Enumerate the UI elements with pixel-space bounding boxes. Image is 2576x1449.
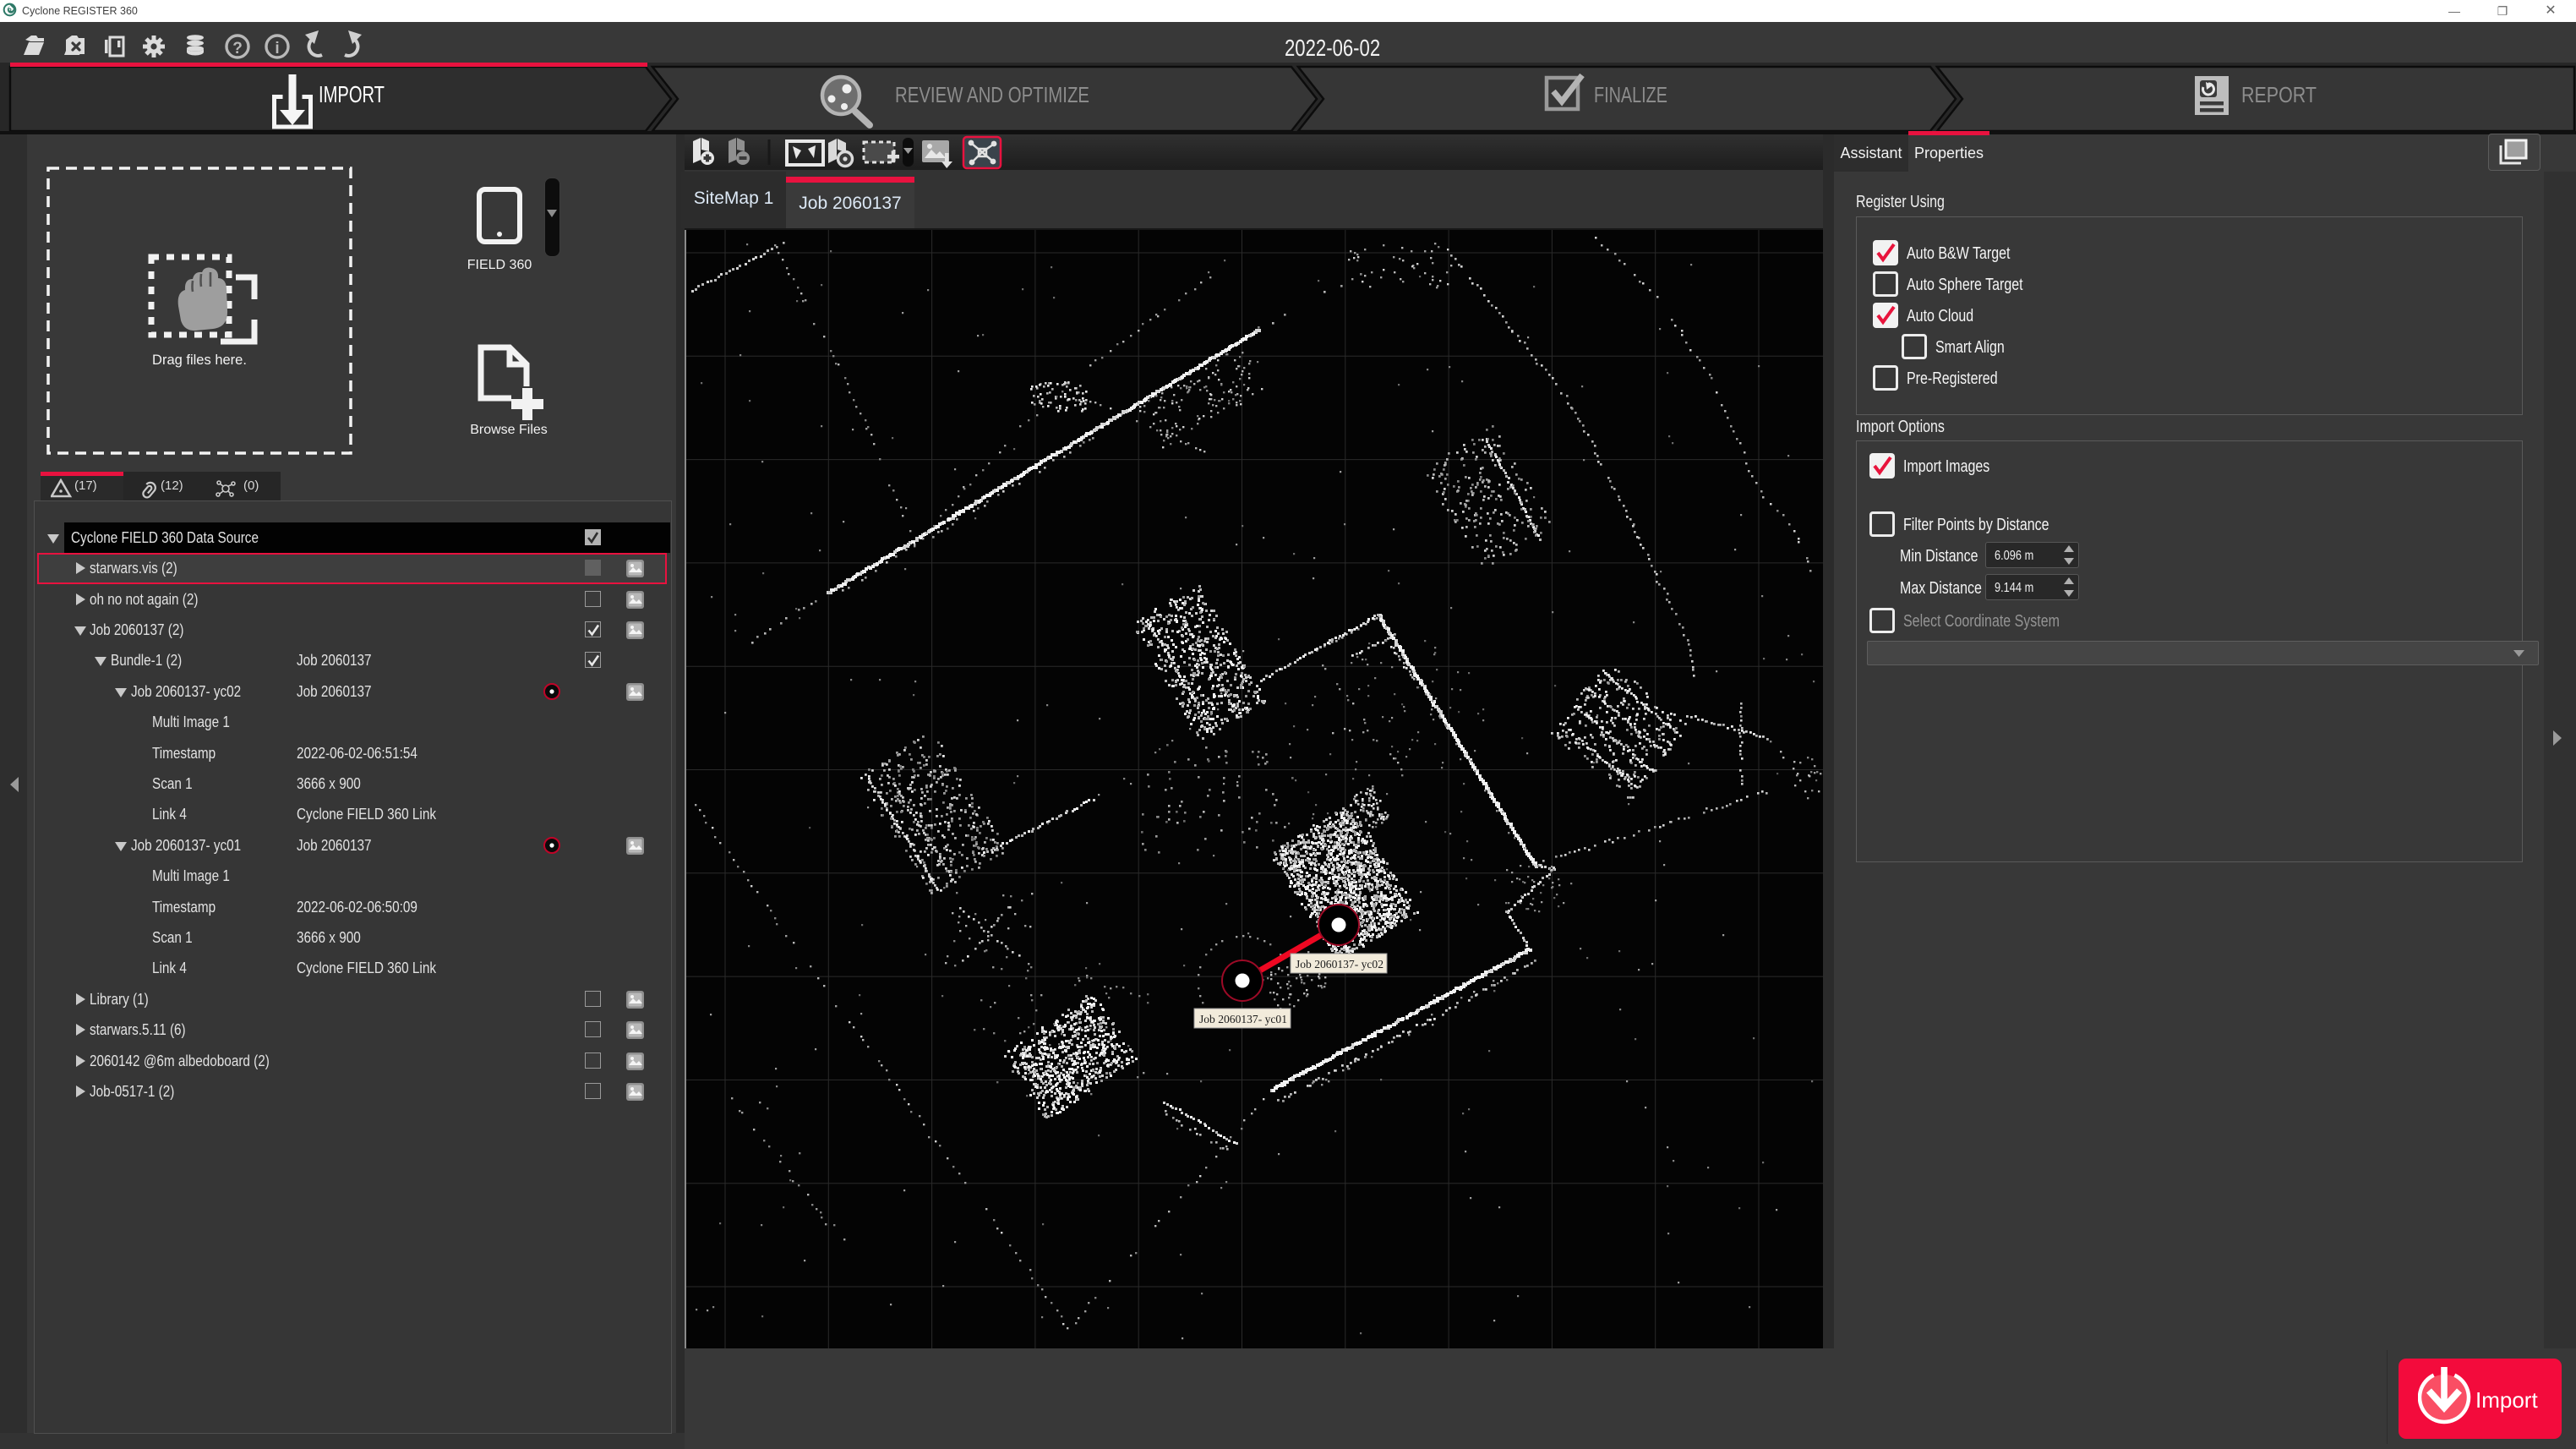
svg-text:IMPORT: IMPORT [319,81,385,107]
svg-text:?: ? [232,40,243,57]
svg-text:i: i [275,40,279,57]
svg-text:Job 2060137- yc01: Job 2060137- yc01 [1199,1013,1287,1025]
svg-text:FINALIZE: FINALIZE [1594,82,1667,107]
svg-text:REVIEW AND OPTIMIZE: REVIEW AND OPTIMIZE [895,82,1089,107]
svg-text:Job 2060137- yc02: Job 2060137- yc02 [1296,958,1384,971]
svg-text:REPORT: REPORT [2241,82,2317,107]
